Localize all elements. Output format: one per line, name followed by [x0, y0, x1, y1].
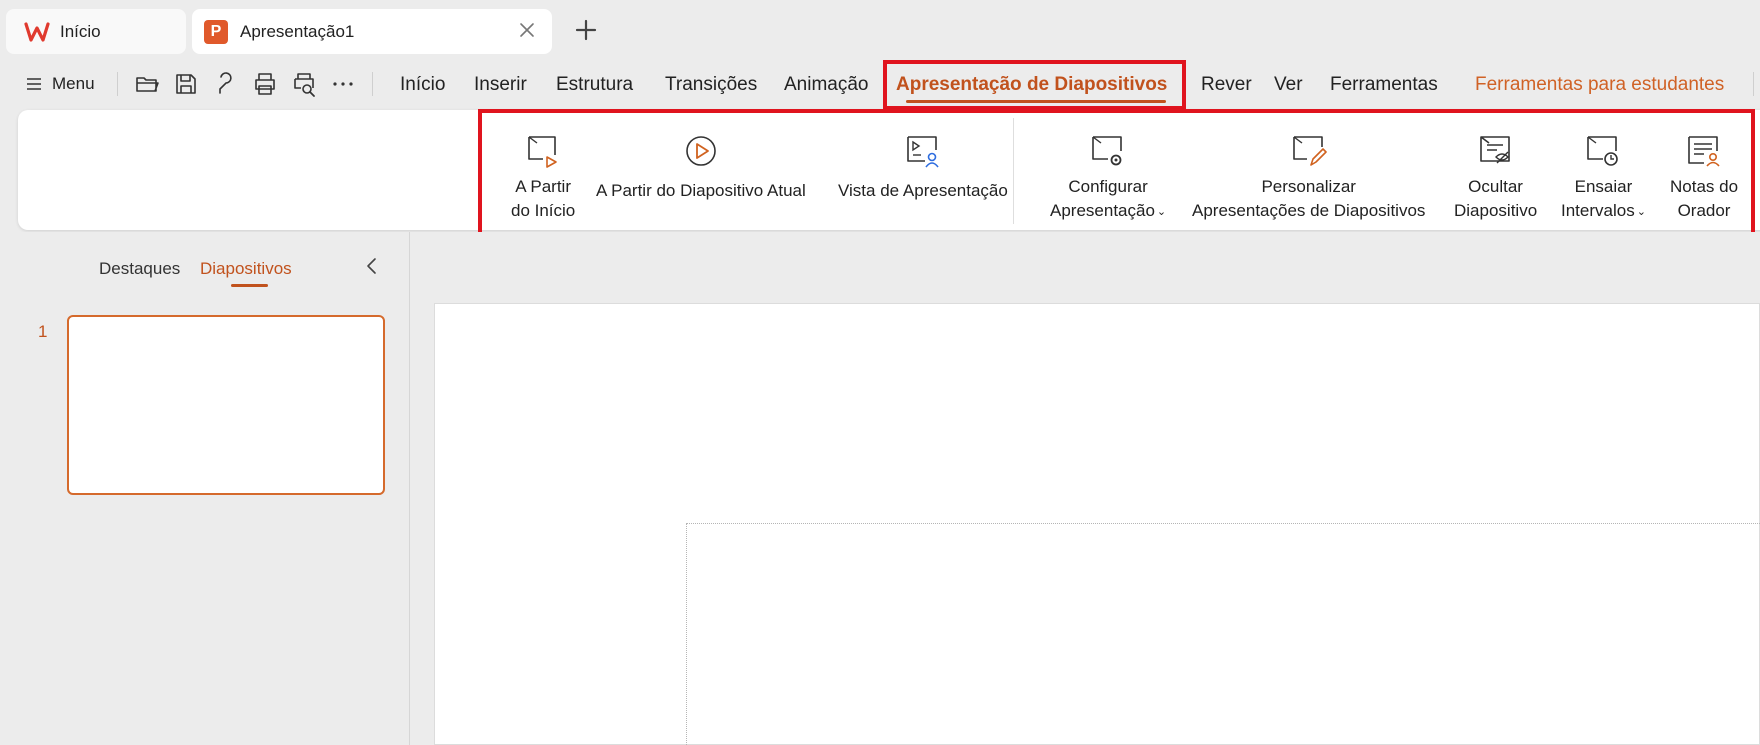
save-icon[interactable] — [172, 70, 200, 98]
divider — [372, 72, 373, 96]
menu-bar: Menu Início Inserir Estrutura Transições… — [0, 60, 1760, 108]
main-menu-button[interactable]: Menu — [26, 70, 95, 98]
format-painter-icon[interactable] — [211, 70, 239, 98]
slides-tab-underline — [231, 284, 268, 287]
ribbon-tab-inserir[interactable]: Inserir — [474, 74, 527, 96]
ribbon-tab-ferramentas[interactable]: Ferramentas — [1330, 74, 1438, 96]
custom-show-icon — [1292, 136, 1327, 166]
play-from-current-icon — [686, 136, 716, 166]
ribbon-tab-rever[interactable]: Rever — [1201, 74, 1252, 96]
divider — [1753, 72, 1754, 96]
custom-slide-show-button[interactable]: Personalizar Apresentações de Diapositiv… — [1192, 133, 1425, 223]
chevron-left-icon[interactable] — [362, 256, 382, 276]
home-tab[interactable]: Início — [6, 9, 186, 54]
play-from-start-icon — [528, 136, 557, 168]
divider — [117, 72, 118, 96]
ribbon-group-divider — [1013, 118, 1014, 224]
slides-panel: Destaques Diapositivos 1 — [0, 232, 410, 745]
ribbon-tab-estrutura[interactable]: Estrutura — [556, 74, 633, 96]
hide-slide-line1: Ocultar — [1468, 177, 1523, 196]
custom-show-line1: Personalizar — [1261, 177, 1356, 196]
hide-slide-button[interactable]: Ocultar Diapositivo — [1454, 133, 1537, 223]
slides-tab[interactable]: Diapositivos — [200, 259, 292, 279]
outline-tab[interactable]: Destaques — [99, 259, 180, 279]
ribbon-tab-transicoes[interactable]: Transições — [665, 74, 757, 96]
home-tab-label: Início — [60, 21, 101, 41]
rehearse-timings-line2: Intervalos — [1561, 201, 1635, 220]
setup-show-button[interactable]: Configurar Apresentação ⌄ — [1050, 133, 1166, 224]
setup-show-line2: Apresentação — [1050, 201, 1155, 220]
ribbon-tab-ver[interactable]: Ver — [1274, 74, 1303, 96]
ribbon-tab-inicio[interactable]: Início — [400, 74, 445, 96]
rehearse-timings-icon — [1587, 136, 1619, 166]
setup-show-icon — [1092, 136, 1122, 166]
print-preview-icon[interactable] — [290, 70, 318, 98]
slide-thumbnail[interactable] — [67, 315, 385, 495]
setup-show-line1: Configurar — [1068, 177, 1148, 196]
wps-logo-icon — [24, 21, 50, 42]
presenter-view-icon — [907, 136, 939, 168]
hamburger-icon — [27, 78, 41, 90]
open-folder-icon[interactable] — [133, 70, 161, 98]
presentation-tab-label: Apresentação1 — [240, 21, 355, 41]
from-current-slide-label: A Partir do Diapositivo Atual — [596, 181, 806, 200]
ribbon-tab-apresentacao-de-diapositivos[interactable]: Apresentação de Diapositivos — [896, 74, 1167, 96]
rehearse-timings-button[interactable]: Ensaiar Intervalos ⌄ — [1561, 133, 1646, 224]
main-menu-label: Menu — [52, 74, 95, 93]
rehearse-timings-line1: Ensaiar — [1574, 177, 1633, 196]
presenter-view-label: Vista de Apresentação — [838, 181, 1008, 200]
from-current-slide-button[interactable]: A Partir do Diapositivo Atual — [596, 133, 806, 203]
hide-slide-icon — [1479, 136, 1510, 164]
from-start-line2: do Início — [511, 201, 576, 220]
hide-slide-line2: Diapositivo — [1454, 201, 1538, 220]
speaker-notes-icon — [1688, 136, 1720, 167]
presentation-app-icon: P — [204, 19, 228, 44]
speaker-notes-line2: Orador — [1677, 201, 1731, 220]
more-options-icon[interactable] — [329, 70, 357, 98]
slide-number: 1 — [38, 322, 48, 341]
speaker-notes-line1: Notas do — [1670, 177, 1739, 196]
ribbon-tab-animacao[interactable]: Animação — [784, 74, 869, 96]
close-tab-icon[interactable] — [518, 21, 536, 39]
custom-show-line2: Apresentações de Diapositivos — [1192, 201, 1426, 220]
ribbon-tab-ferramentas-para-estudantes[interactable]: Ferramentas para estudantes — [1475, 74, 1724, 96]
active-tab-underline — [906, 100, 1166, 103]
speaker-notes-button[interactable]: Notas do Orador — [1670, 133, 1738, 223]
chevron-down-icon[interactable]: ⌄ — [1637, 206, 1646, 218]
content-placeholder[interactable] — [686, 523, 1760, 745]
chevron-down-icon[interactable]: ⌄ — [1157, 206, 1166, 218]
from-start-line1: A Partir — [515, 177, 571, 196]
new-tab-plus-icon[interactable] — [572, 16, 600, 44]
from-start-button[interactable]: A Partir do Início — [511, 133, 575, 223]
tab-bar: Início P Apresentação1 — [0, 0, 1760, 54]
presenter-view-button[interactable]: Vista de Apresentação — [838, 133, 1008, 203]
print-icon[interactable] — [251, 70, 279, 98]
presentation-tab[interactable]: P Apresentação1 — [192, 9, 552, 54]
